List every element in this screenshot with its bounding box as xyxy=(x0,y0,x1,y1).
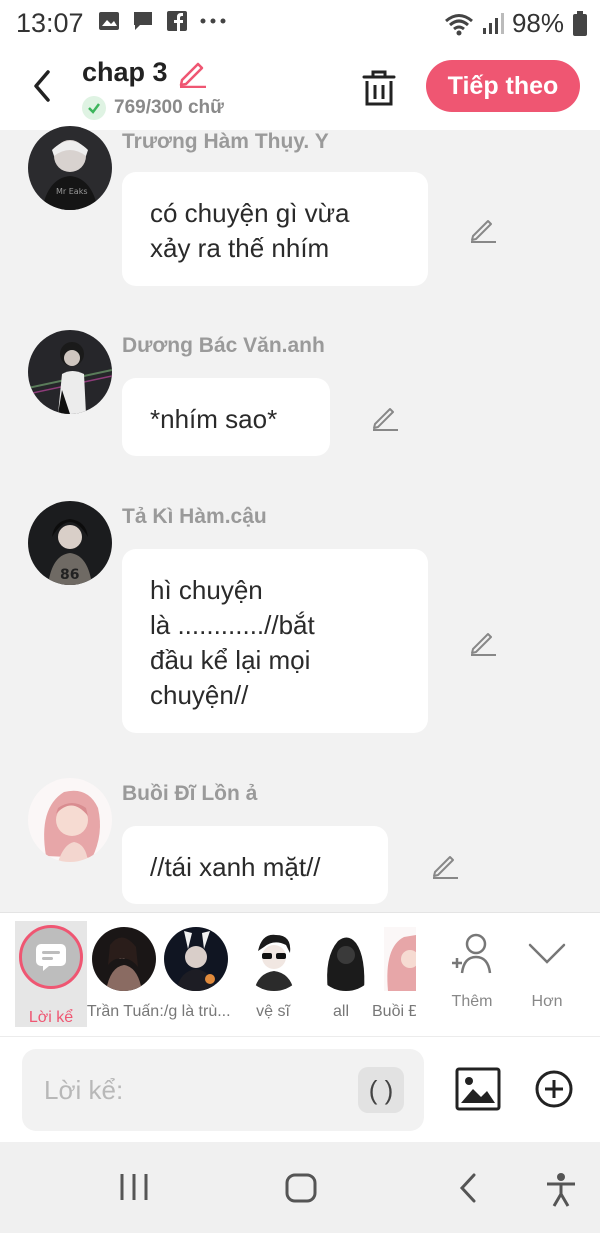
message-bubble[interactable]: có chuyện gì vừa xảy ra thế nhím xyxy=(122,172,428,286)
check-icon xyxy=(82,96,106,120)
status-right: 98% xyxy=(444,8,588,39)
narrator-option[interactable]: Lời kể xyxy=(15,921,87,1027)
edit-message-icon[interactable] xyxy=(468,627,498,657)
character-bar: Lời kể Trần Tuấn :/g là trù... vệ sĩ all… xyxy=(0,912,600,1036)
system-nav-bar xyxy=(0,1142,600,1233)
notification-icons xyxy=(98,10,226,32)
svg-text:86: 86 xyxy=(60,567,79,583)
status-time: 13:07 xyxy=(16,8,84,38)
trash-icon[interactable] xyxy=(360,68,398,108)
wifi-icon xyxy=(444,13,473,35)
avatar[interactable] xyxy=(28,778,112,862)
character-avatar[interactable] xyxy=(314,927,378,991)
status-bar: 13:07 98% xyxy=(0,0,600,48)
chapter-title[interactable]: chap 3 xyxy=(82,57,168,88)
back-icon[interactable] xyxy=(456,1172,482,1204)
character-avatar[interactable] xyxy=(384,927,416,991)
facebook-icon xyxy=(167,11,187,31)
narrator-label: Lời kể xyxy=(28,1009,74,1026)
message-bubble[interactable]: hì chuyện là ............//bắt đầu kể lạ… xyxy=(122,549,428,733)
action-paren-button[interactable]: ( ) xyxy=(358,1067,404,1113)
character-label: :/g là trù... xyxy=(159,1003,231,1020)
battery-percent: 98% xyxy=(511,8,564,38)
sender-name: Buồi Đĩ Lồn ả xyxy=(122,782,258,805)
avatar[interactable]: Mr Eaks xyxy=(28,126,112,210)
message-bubble[interactable]: *nhím sao* xyxy=(122,378,330,456)
character-avatar[interactable] xyxy=(92,927,156,991)
word-count: 769/300 chữ xyxy=(114,97,224,118)
sender-name: Trương Hàm Thụy. Y xyxy=(122,130,329,153)
avatar[interactable]: 86 xyxy=(28,501,112,585)
gallery-icon xyxy=(99,12,119,30)
character-avatar[interactable] xyxy=(164,927,228,991)
message-input[interactable]: Lời kể: ( ) xyxy=(22,1049,424,1131)
chevron-down-icon[interactable] xyxy=(524,931,570,977)
add-icon[interactable] xyxy=(534,1069,574,1109)
word-count-row: 769/300 chữ xyxy=(82,96,224,120)
character-label: vệ sĩ xyxy=(256,1003,290,1020)
add-character-label: Thêm xyxy=(451,993,493,1010)
more-dots-icon xyxy=(200,18,226,24)
edit-message-icon[interactable] xyxy=(468,214,498,244)
message-bubble[interactable]: //tái xanh mặt// xyxy=(122,826,388,904)
editor-header: chap 3 769/300 chữ Tiếp theo xyxy=(0,48,600,130)
svg-text:Mr Eaks: Mr Eaks xyxy=(56,187,88,196)
add-character-icon[interactable] xyxy=(450,931,496,977)
recent-apps-icon[interactable] xyxy=(118,1172,150,1202)
image-icon[interactable] xyxy=(455,1067,501,1111)
input-placeholder: Lời kể: xyxy=(44,1075,124,1105)
character-avatar[interactable] xyxy=(242,927,306,991)
next-button[interactable]: Tiếp theo xyxy=(426,60,580,112)
accessibility-icon[interactable] xyxy=(544,1172,578,1208)
edit-title-icon[interactable] xyxy=(176,56,208,88)
sender-name: Tả Kì Hàm.cậu xyxy=(122,505,267,528)
title-row: chap 3 xyxy=(82,56,208,88)
character-label: all xyxy=(332,1003,349,1020)
edit-message-icon[interactable] xyxy=(430,850,460,880)
more-label: Hơn xyxy=(531,993,563,1010)
home-icon[interactable] xyxy=(284,1172,318,1204)
character-label: Buồi Đ xyxy=(372,1003,416,1020)
narrator-icon xyxy=(19,925,83,989)
input-bar: Lời kể: ( ) xyxy=(0,1036,600,1142)
edit-message-icon[interactable] xyxy=(370,402,400,432)
sender-name: Dương Bác Văn.anh xyxy=(122,334,325,357)
back-icon[interactable] xyxy=(28,66,56,106)
avatar[interactable] xyxy=(28,330,112,414)
signal-icon xyxy=(482,12,504,34)
battery-icon xyxy=(573,10,587,36)
message-icon xyxy=(134,12,152,30)
character-label: Trần Tuấn xyxy=(86,1003,160,1020)
screen: 13:07 98% chap 3 769/300 chữ Tiếp theo M… xyxy=(0,0,600,1233)
